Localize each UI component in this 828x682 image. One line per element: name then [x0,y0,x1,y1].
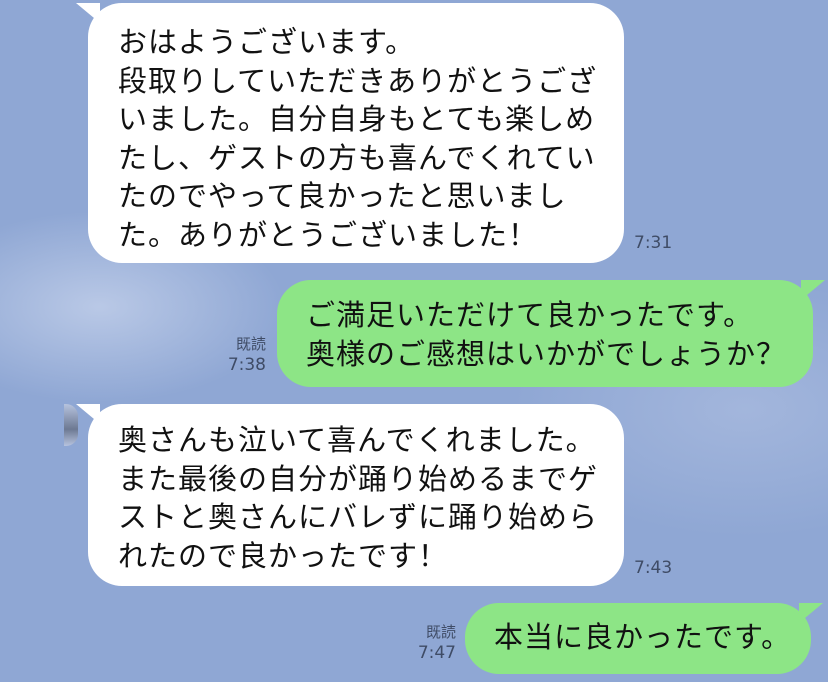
message-meta: 7:43 [634,558,682,579]
message-text-line: おはようございます。 [118,25,416,59]
message-meta: 既読 7:47 [404,622,456,664]
message-text-line: たのでやって良かったと思いまし [118,179,567,213]
message-text-line: れたので良かったです！ [118,538,449,573]
bubble-tail [76,3,100,23]
message-bubble-incoming[interactable]: 奥さんも泣いて喜んでくれました。 また最後の自分が踊り始めるまでゲ ストと奥さん… [76,404,624,586]
avatar[interactable] [64,404,78,446]
message-time: 7:43 [634,558,673,578]
message-text-line: たし、ゲストの方も喜んでくれてい [118,140,596,175]
message-meta: 既読 7:38 [214,334,266,376]
message-bubble-outgoing[interactable]: ご満足いただけて良かったです。 奥様のご感想はいかがでしょうか？ [277,280,825,387]
bubble-tail [76,404,100,424]
message-text-line: ご満足いただけて良かったです。 [306,298,754,332]
message-text-line: 段取りしていただきありがとうござ [118,63,598,98]
message-text-line: 奥さんも泣いて喜んでくれました。 [118,423,596,457]
bubble-tail [801,280,825,300]
message-text-line: いました。自分自身もとても楽しめ [118,102,596,136]
message-text-line: ストと奥さんにバレずに踊り始めら [118,500,599,534]
message-time: 7:47 [417,643,456,663]
bubble-tail [799,603,823,623]
message-time: 7:31 [634,233,673,253]
message-meta: 7:31 [634,233,678,254]
chat-view[interactable]: おはようございます。 段取りしていただきありがとうござ いました。自分自身もとて… [0,0,828,682]
read-receipt: 既読 [235,335,266,353]
message-text-line: また最後の自分が踊り始めるまでゲ [118,461,599,496]
message-text-line: 本当に良かったです。 [494,620,792,654]
message-text-line: 奥様のご感想はいかがでしょうか？ [306,336,787,371]
read-receipt: 既読 [425,623,456,641]
message-time: 7:38 [227,355,266,375]
message-bubble-outgoing[interactable]: 本当に良かったです。 [465,603,823,674]
message-text-line: た。ありがとうございました！ [118,217,539,252]
message-bubble-incoming[interactable]: おはようございます。 段取りしていただきありがとうござ いました。自分自身もとて… [76,3,624,263]
